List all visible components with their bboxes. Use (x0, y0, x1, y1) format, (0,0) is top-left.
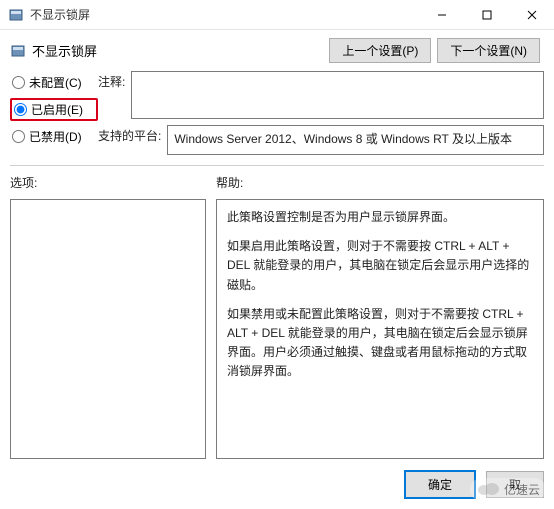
cloud-icon (476, 480, 500, 499)
titlebar: 不显示锁屏 (0, 0, 554, 30)
maximize-button[interactable] (464, 0, 509, 30)
minimize-button[interactable] (419, 0, 464, 30)
platform-label: 支持的平台: (98, 125, 167, 144)
options-box (10, 199, 206, 459)
radio-not-configured-input[interactable] (12, 76, 25, 89)
radio-not-configured[interactable]: 未配置(C) (10, 73, 98, 92)
next-setting-button[interactable]: 下一个设置(N) (437, 38, 540, 63)
help-para-2: 如果禁用或未配置此策略设置，则对于不需要按 CTRL + ALT + DEL 就… (227, 305, 533, 382)
policy-icon (10, 43, 26, 59)
watermark: 亿速云 (470, 478, 546, 501)
close-button[interactable] (509, 0, 554, 30)
ok-button[interactable]: 确定 (404, 470, 476, 499)
prev-setting-button[interactable]: 上一个设置(P) (329, 38, 431, 63)
config-area: 未配置(C) 已启用(E) 已禁用(D) 注释: 支持的平台: Windows … (0, 71, 554, 161)
policy-title: 不显示锁屏 (32, 41, 329, 60)
header-row: 不显示锁屏 上一个设置(P) 下一个设置(N) (0, 30, 554, 71)
comment-input[interactable] (131, 71, 544, 119)
radio-enabled[interactable]: 已启用(E) (10, 98, 98, 121)
radio-disabled-input[interactable] (12, 130, 25, 143)
help-label: 帮助: (216, 174, 544, 191)
comment-label: 注释: (98, 71, 131, 90)
watermark-text: 亿速云 (504, 481, 540, 498)
options-column: 选项: (10, 174, 206, 459)
help-para-0: 此策略设置控制是否为用户显示锁屏界面。 (227, 208, 533, 227)
platform-value: Windows Server 2012、Windows 8 或 Windows … (167, 125, 544, 155)
radio-disabled[interactable]: 已禁用(D) (10, 127, 98, 146)
radio-enabled-label: 已启用(E) (31, 101, 83, 118)
state-radio-group: 未配置(C) 已启用(E) 已禁用(D) (10, 71, 98, 155)
divider (10, 165, 544, 166)
radio-enabled-input[interactable] (14, 103, 27, 116)
window-title: 不显示锁屏 (30, 6, 419, 23)
radio-disabled-label: 已禁用(D) (29, 128, 82, 145)
help-para-1: 如果启用此策略设置，则对于不需要按 CTRL + ALT + DEL 就能登录的… (227, 237, 533, 295)
radio-not-configured-label: 未配置(C) (29, 74, 82, 91)
lower-area: 选项: 帮助: 此策略设置控制是否为用户显示锁屏界面。 如果启用此策略设置，则对… (0, 170, 554, 467)
help-box: 此策略设置控制是否为用户显示锁屏界面。 如果启用此策略设置，则对于不需要按 CT… (216, 199, 544, 459)
gpo-setting-icon (8, 7, 24, 23)
options-label: 选项: (10, 174, 206, 191)
help-column: 帮助: 此策略设置控制是否为用户显示锁屏界面。 如果启用此策略设置，则对于不需要… (216, 174, 544, 459)
